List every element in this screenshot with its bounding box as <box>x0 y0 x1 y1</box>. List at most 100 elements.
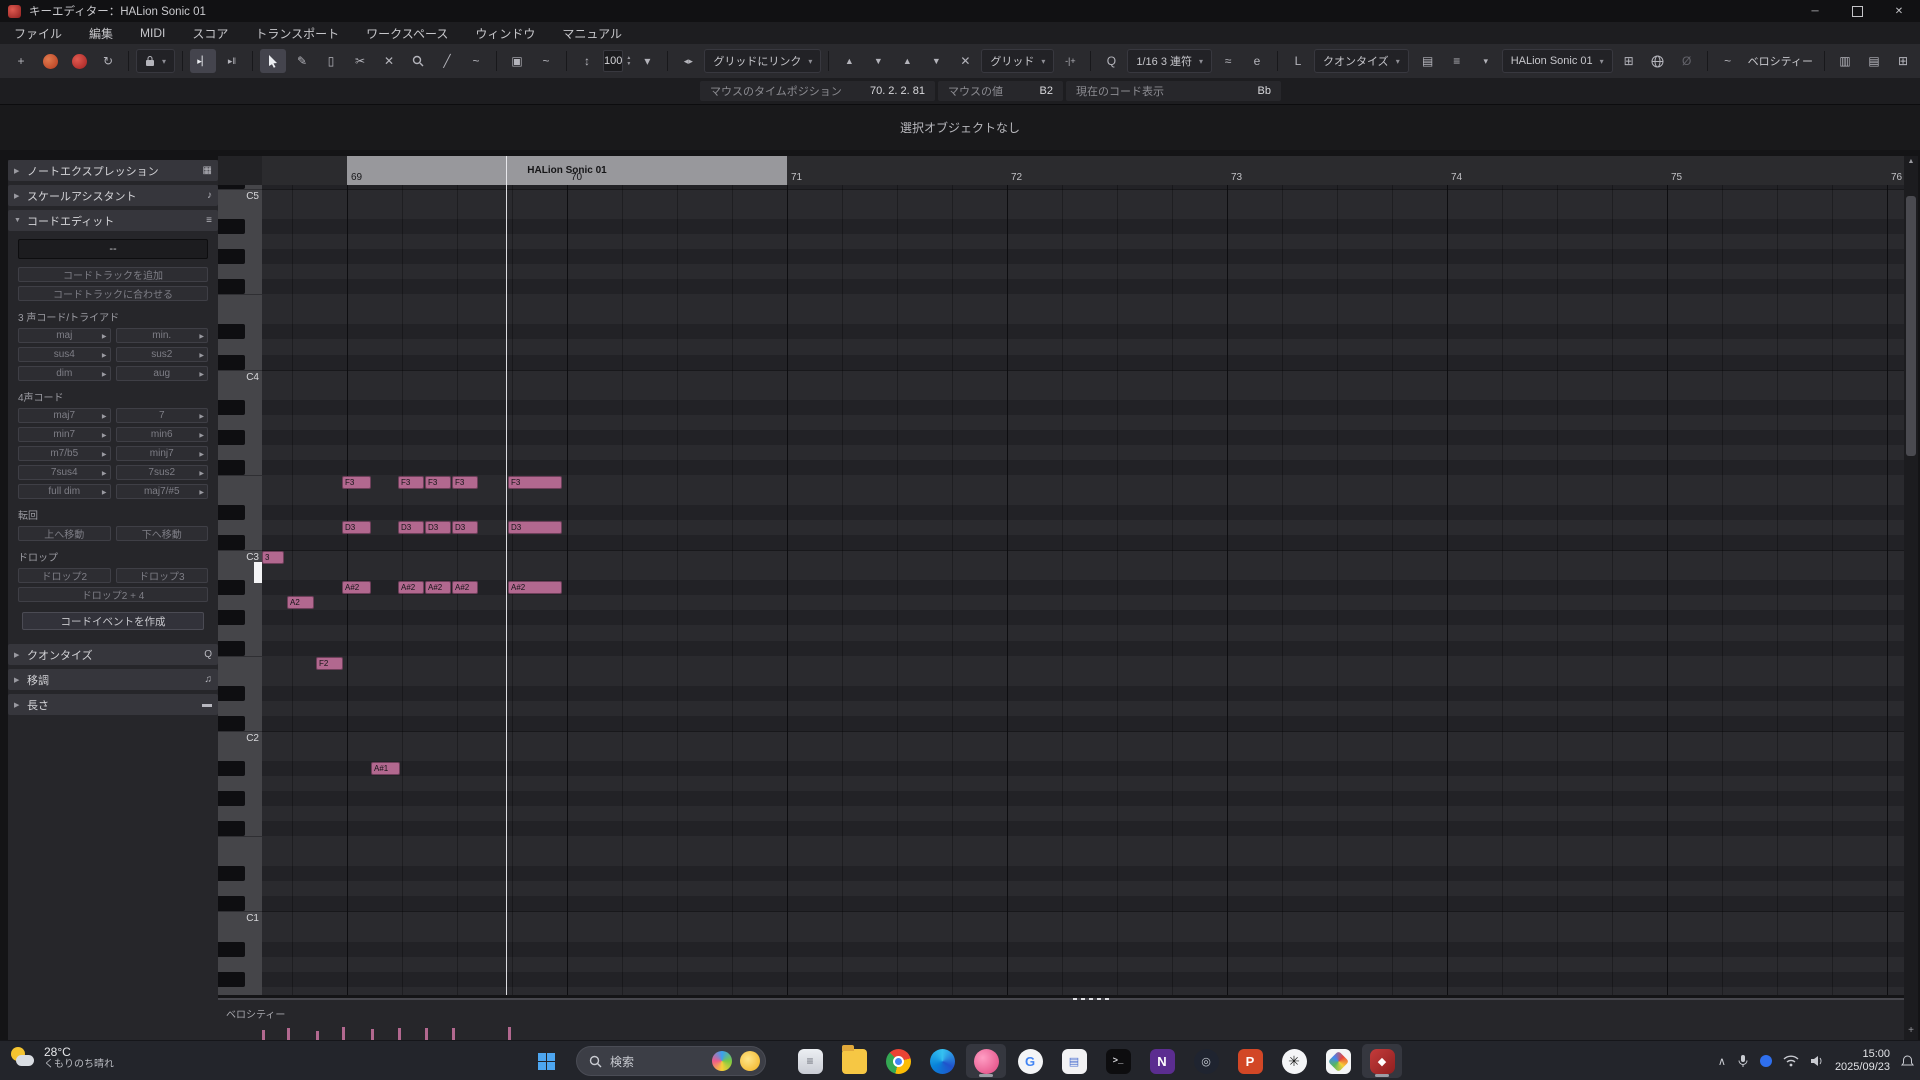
menu-item[interactable]: ウィンドウ <box>475 25 535 42</box>
tetrad-chord-button[interactable]: m7/b5▶ <box>18 446 111 461</box>
weather-widget[interactable]: 28°C くもりのち晴れ <box>10 1045 114 1071</box>
taskbar-app-dark[interactable]: ◎ <box>1186 1044 1226 1078</box>
taskbar-app-edge[interactable] <box>922 1044 962 1078</box>
wifi-icon[interactable] <box>1783 1055 1799 1067</box>
length-quantize-icon[interactable]: L <box>1285 49 1311 73</box>
info-cell[interactable]: マウスの値B2 <box>938 81 1063 101</box>
pin-icon[interactable]: + <box>8 49 34 73</box>
black-key[interactable] <box>218 610 245 625</box>
black-key[interactable] <box>218 219 245 234</box>
microphone-icon[interactable] <box>1737 1054 1749 1068</box>
chord-variant-arrow-icon[interactable]: ▶ <box>199 470 204 477</box>
chord-variant-arrow-icon[interactable]: ▶ <box>199 333 204 340</box>
midi-note[interactable]: F3 <box>508 476 562 489</box>
menu-item[interactable]: 編集 <box>89 25 113 42</box>
create-chord-event-button[interactable]: コードイベントを作成 <box>22 612 204 630</box>
stepper-up-icon[interactable]: ▲ <box>626 56 631 61</box>
black-key[interactable] <box>218 821 245 836</box>
record-in-editor-button[interactable] <box>66 49 92 73</box>
midi-note[interactable]: D3 <box>508 521 562 534</box>
note-grid[interactable]: F3F3F3F3F3D3D3D3D3D33A#2A#2A#2A#2A#2A2F2… <box>262 185 1904 995</box>
midi-note[interactable]: F2 <box>316 657 343 670</box>
close-button[interactable]: ✕ <box>1878 0 1920 22</box>
tetrad-chord-button[interactable]: 7▶ <box>116 408 209 423</box>
taskbar-clock[interactable]: 15:00 2025/09/23 <box>1835 1048 1890 1074</box>
move-down-button[interactable]: ▼ <box>865 49 891 73</box>
info-cell[interactable]: 現在のコード表示Bb <box>1066 81 1281 101</box>
taskbar-app-powerpoint[interactable]: P <box>1230 1044 1270 1078</box>
menu-item[interactable]: MIDI <box>140 26 165 40</box>
playhead-ruler[interactable] <box>506 156 507 185</box>
midi-note[interactable]: A#1 <box>371 762 400 775</box>
midi-note[interactable]: A#2 <box>342 581 371 594</box>
stepper-down-icon[interactable]: ▼ <box>626 62 631 67</box>
move-up-button[interactable]: ▲ <box>836 49 862 73</box>
black-key[interactable] <box>218 279 245 294</box>
black-key[interactable] <box>218 866 245 881</box>
search-box[interactable]: 検索 <box>576 1046 766 1076</box>
cc-lane-selector[interactable]: ベロシティー <box>1748 53 1813 69</box>
black-key[interactable] <box>218 942 245 957</box>
taskbar-app-mail[interactable]: ▤ <box>1054 1044 1094 1078</box>
zoom-in-icon[interactable]: + <box>1904 1025 1918 1036</box>
black-key[interactable] <box>218 249 245 264</box>
taskbar-app-photos[interactable] <box>1318 1044 1358 1078</box>
triad-chord-button[interactable]: aug▶ <box>116 366 209 381</box>
black-key[interactable] <box>218 355 245 370</box>
inspector-section-bottom-0[interactable]: ▶クオンタイズQ <box>8 644 218 665</box>
quantize-preset-dropdown[interactable]: 1/16 3 連符▾ <box>1127 49 1212 73</box>
chord-variant-arrow-icon[interactable]: ▶ <box>102 333 107 340</box>
setup-toolbar-icon[interactable]: ⊞ <box>1890 49 1916 73</box>
taskbar-app-google[interactable]: G <box>1010 1044 1050 1078</box>
chord-track-button-1[interactable]: コードトラックに合わせる <box>18 286 208 301</box>
midi-note[interactable]: D3 <box>398 521 424 534</box>
tetrad-chord-button[interactable]: min6▶ <box>116 427 209 442</box>
black-key[interactable] <box>218 400 245 415</box>
black-key[interactable] <box>218 761 245 776</box>
tetrad-chord-button[interactable]: full dim▶ <box>18 484 111 499</box>
insert-velocity-icon[interactable]: ↕ <box>574 49 600 73</box>
menu-item[interactable]: ファイル <box>14 25 62 42</box>
select-tool-button[interactable] <box>260 49 286 73</box>
velocity-bar[interactable] <box>371 1029 374 1040</box>
midi-note[interactable]: A#2 <box>452 581 478 594</box>
tetrad-chord-button[interactable]: 7sus4▶ <box>18 465 111 480</box>
chord-variant-arrow-icon[interactable]: ▶ <box>199 432 204 439</box>
velocity-bar[interactable] <box>508 1027 511 1040</box>
taskbar-app-pink[interactable] <box>966 1044 1006 1078</box>
velocity-lane[interactable]: ベロシティー <box>218 998 1904 1042</box>
taskbar-app-terminal[interactable]: >_ <box>1098 1044 1138 1078</box>
minimize-button[interactable]: ─ <box>1794 0 1836 22</box>
taskbar-app-folder[interactable] <box>834 1044 874 1078</box>
inspector-section-top-0[interactable]: ▶ノートエクスプレッション▦ <box>8 160 218 181</box>
transpose-down-button[interactable]: ▼ <box>923 49 949 73</box>
zoom-tool-button[interactable] <box>405 49 431 73</box>
black-key[interactable] <box>218 460 245 475</box>
taskbar-app-chrome[interactable] <box>878 1044 918 1078</box>
scroll-up-icon[interactable]: ▲ <box>1904 158 1918 165</box>
black-key[interactable] <box>218 505 245 520</box>
quantize-panel-icon[interactable]: e <box>1244 49 1270 73</box>
taskbar-app-onenote[interactable]: N <box>1142 1044 1182 1078</box>
chord-variant-arrow-icon[interactable]: ▶ <box>102 451 107 458</box>
mute-tool-button[interactable]: ✕ <box>376 49 402 73</box>
tray-chevron-icon[interactable]: ∧ <box>1718 1055 1726 1068</box>
part-list-icon[interactable]: ▤ <box>1415 49 1441 73</box>
lower-zone-icon[interactable]: ▤ <box>1861 49 1887 73</box>
midi-note[interactable]: F3 <box>342 476 371 489</box>
drop-2-4-button[interactable]: ドロップ2 + 4 <box>18 587 208 602</box>
inversion-button[interactable]: 上へ移動 <box>18 526 111 541</box>
chord-variant-arrow-icon[interactable]: ▶ <box>199 451 204 458</box>
quantize-icon[interactable]: Q <box>1098 49 1124 73</box>
start-button[interactable] <box>532 1047 560 1075</box>
grid-type-dropdown[interactable]: グリッド▾ <box>981 49 1054 73</box>
snap-toggle-button[interactable]: ✕ <box>952 49 978 73</box>
speaker-icon[interactable] <box>1810 1055 1824 1067</box>
part-region[interactable]: HALion Sonic 01 <box>347 156 787 185</box>
taskbar-app-explorer[interactable]: ≡ <box>790 1044 830 1078</box>
chord-variant-arrow-icon[interactable]: ▶ <box>199 413 204 420</box>
inspector-section-bottom-1[interactable]: ▶移調♫ <box>8 669 218 690</box>
cc-curve-icon[interactable]: ~ <box>1715 49 1741 73</box>
tetrad-chord-button[interactable]: minj7▶ <box>116 446 209 461</box>
part-lines-icon[interactable]: ≡ <box>1444 49 1470 73</box>
